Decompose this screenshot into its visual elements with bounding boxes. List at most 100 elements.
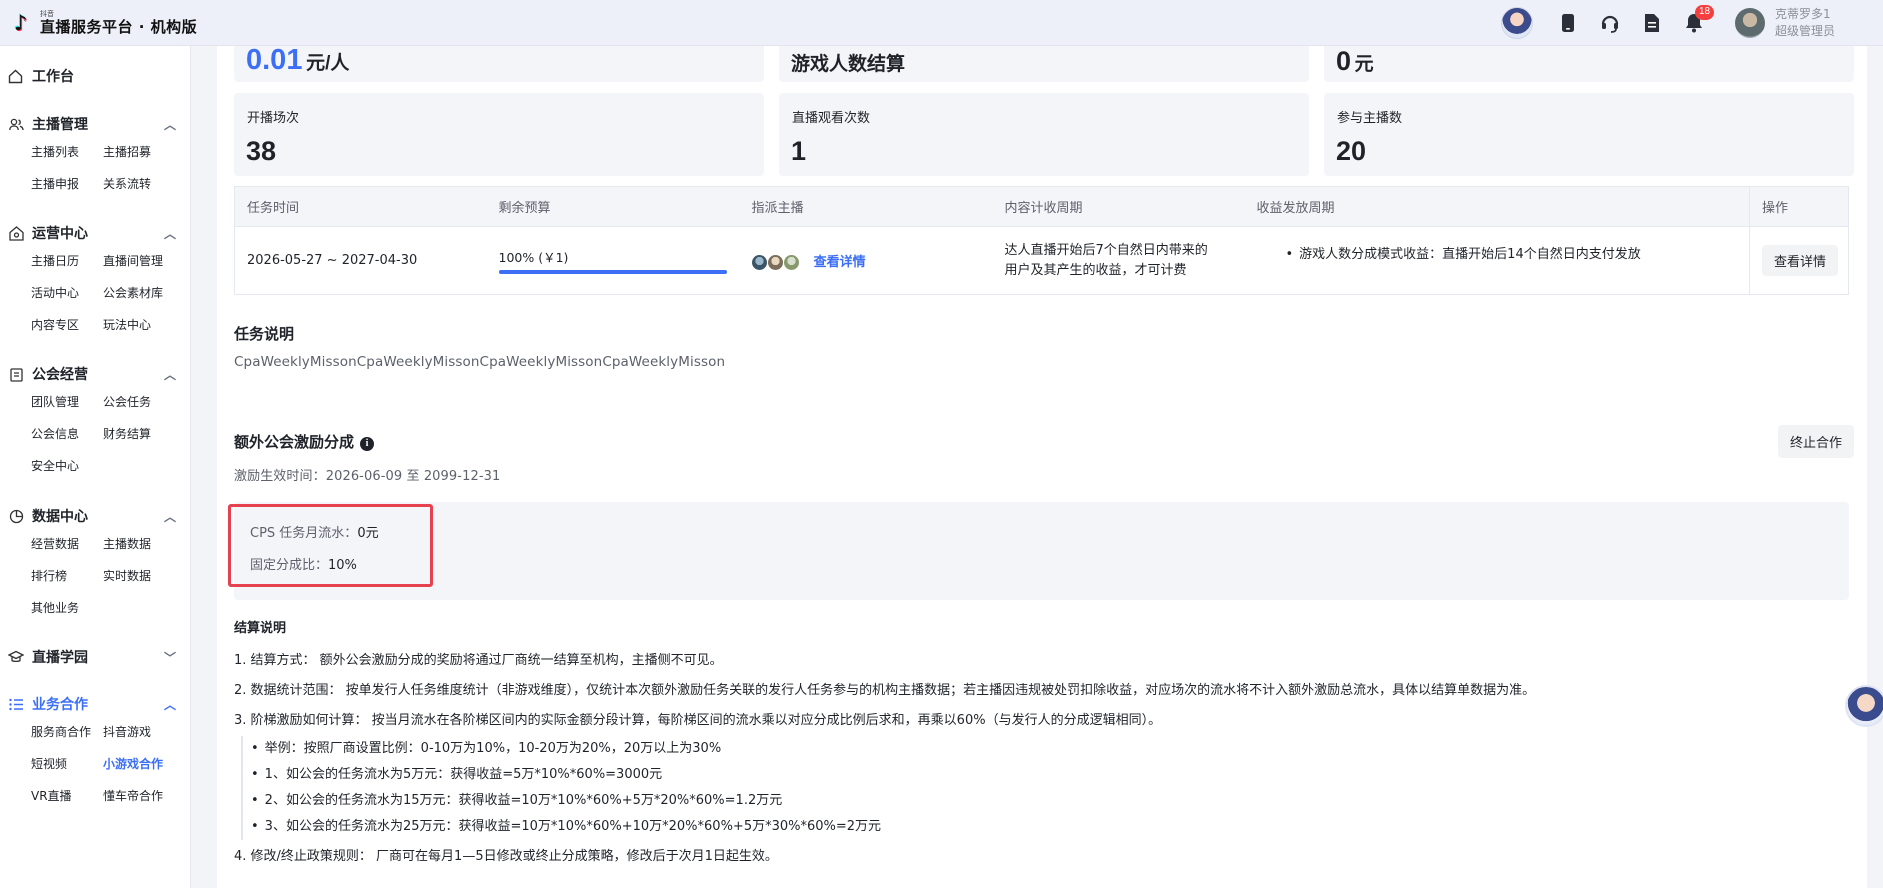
payout-cycle-text: 游戏人数分成模式收益：直播开始后14个自然日内支付发放 [1299,247,1641,262]
nav-head-cooperation[interactable]: 业务合作 ︿ [8,693,176,715]
document-icon[interactable] [1638,9,1666,37]
col-header-payout-cycle: 收益发放周期 [1244,186,1750,227]
top-bar: ♪ ♪ ♪ 抖音 直播服务平台 · 机构版 18 克蒂罗多1 超级管理员 [0,0,1883,46]
mobile-icon[interactable] [1554,9,1582,37]
info-icon[interactable]: i [360,437,375,451]
sidebar-item-anchor-list[interactable]: 主播列表 [31,141,103,163]
effective-time: 激励生效时间：2026-06-09 至 2099-12-31 [234,469,501,484]
stat-label: 参与主播数 [1337,111,1403,126]
clipboard-icon [8,366,24,382]
sidebar-item-material[interactable]: 公会素材库 [103,282,183,304]
sidebar-item-relation-transfer[interactable]: 关系流转 [103,173,183,195]
nav-head-label: 运营中心 [32,226,88,242]
amount-value: 0 [1336,46,1352,76]
sidebar-item-anchor-data[interactable]: 主播数据 [103,533,183,555]
col-header-content-cycle: 内容计收周期 [992,186,1245,227]
sidebar-item-activity[interactable]: 活动中心 [31,282,103,304]
nav-group-data: 数据中心 ︿ 经营数据 主播数据 排行榜 实时数据 其他业务 [8,505,176,619]
sidebar-item-security[interactable]: 安全中心 [31,455,103,477]
sidebar-item-live-room[interactable]: 直播间管理 [103,250,183,272]
user-name: 克蒂罗多1 [1774,6,1831,21]
sidebar-item-workbench[interactable]: 工作台 [8,66,74,86]
sidebar-item-content[interactable]: 内容专区 [31,314,103,336]
sidebar-item-mini-game[interactable]: 小游戏合作 [103,753,183,775]
table-header-row: 任务时间 剩余预算 指派主播 内容计收周期 收益发放周期 操作 [234,186,1849,227]
anchor-avatars[interactable] [751,255,800,270]
sidebar-item-service-partner[interactable]: 服务商合作 [31,721,103,743]
cps-value: 0元 [357,526,379,541]
home-icon [8,69,24,84]
action-cell: 查看详情 [1749,226,1849,295]
sidebar-item-anchor-apply[interactable]: 主播申报 [31,173,103,195]
user-menu[interactable]: 克蒂罗多1 超级管理员 [1734,6,1835,40]
example-line: 3、如公会的任务流水为25万元：获得收益=10万*10%*60%+10万*20%… [251,814,1834,840]
view-detail-button[interactable]: 查看详情 [1762,245,1839,276]
nav-head-data[interactable]: 数据中心 ︿ [8,505,176,527]
sidebar-item-realtime[interactable]: 实时数据 [103,565,183,587]
sidebar-item-short-video[interactable]: 短视频 [31,753,103,775]
nav-head-anchor-management[interactable]: 主播管理 ︿ [8,113,176,135]
nav-group-academy: 直播学园 ﹀ [8,646,176,668]
settle-type-value: 游戏人数结算 [791,53,906,75]
bell-icon[interactable]: 18 [1680,4,1715,37]
col-header-action: 操作 [1749,186,1849,227]
col-header-budget: 剩余预算 [486,186,740,227]
col-header-time: 任务时间 [234,186,487,227]
highlight-box [228,504,433,587]
chevron-down-icon: ﹀ [163,650,176,665]
stat-value: 20 [1336,136,1367,166]
user-role: 超级管理员 [1774,23,1835,38]
sidebar-item-ranking[interactable]: 排行榜 [31,565,103,587]
sidebar-item-anchor-calendar[interactable]: 主播日历 [31,250,103,272]
graduation-cap-icon [8,649,24,665]
sidebar: 工作台 主播管理 ︿ 主播列表 主播招募 主播申报 关系流转 运营中心 ︿ 主播… [0,46,191,888]
nav-group-operation: 运营中心 ︿ 主播日历 直播间管理 活动中心 公会素材库 内容专区 玩法中心 [8,222,176,336]
nav-head-academy[interactable]: 直播学园 ﹀ [8,646,176,668]
sidebar-item-other[interactable]: 其他业务 [31,597,103,619]
stat-value: 38 [246,136,277,166]
extra-title-wrap: 额外公会激励分成 i [234,431,375,452]
floating-assistant-avatar[interactable] [1845,685,1883,727]
sidebar-item-guild-info[interactable]: 公会信息 [31,423,103,445]
nav-head-label: 公会经营 [32,367,88,383]
operation-icon [8,225,24,241]
sidebar-item-business-data[interactable]: 经营数据 [31,533,103,555]
bullet-dot: • [1285,247,1294,262]
nav-head-guild[interactable]: 公会经营 ︿ [8,363,176,385]
sidebar-item-douyin-game[interactable]: 抖音游戏 [103,721,183,743]
sidebar-item-guild-task[interactable]: 公会任务 [103,391,183,413]
sidebar-item-dongchedi[interactable]: 懂车帝合作 [103,785,183,807]
content-cycle-line2: 用户及其产生的收益，才可计费 [1004,262,1187,278]
cps-flow-row: CPS 任务月流水：0元 [250,522,379,541]
nav-head-label: 业务合作 [32,697,88,713]
stat-card-views: 直播观看次数 1 [779,93,1309,176]
sidebar-item-finance[interactable]: 财务结算 [103,423,183,445]
users-icon [8,116,24,132]
ratio-value: 10% [328,558,357,573]
budget-progress-bar [498,270,727,274]
nav-head-operation[interactable]: 运营中心 ︿ [8,222,176,244]
task-overview-card: 0.01 元/人 游戏人数结算 0 元 开播场次 38 直播观看次数 1 参与主… [217,36,1867,438]
task-desc-title: 任务说明 [234,325,295,343]
sidebar-item-anchor-recruit[interactable]: 主播招募 [103,141,183,163]
settlement-rules: 结算说明 1. 结算方式： 额外公会激励分成的奖励将通过厂商统一结算至机构，主播… [234,617,1834,872]
anchor-avatar [751,255,767,270]
sidebar-item-vr-live[interactable]: VR直播 [31,785,103,807]
sidebar-item-gameplay[interactable]: 玩法中心 [103,314,183,336]
platform-title: 直播服务平台 · 机构版 [40,17,198,36]
notification-badge: 18 [1694,4,1715,20]
anchor-detail-link[interactable]: 查看详情 [814,255,866,270]
assistant-avatar[interactable] [1500,6,1533,39]
budget-cell: 100% (￥1) [487,227,740,295]
anchor-cell: 查看详情 [740,227,993,295]
headset-icon[interactable] [1596,9,1624,37]
sidebar-item-team[interactable]: 团队管理 [31,391,103,413]
price-value: 0.01 [246,44,303,76]
amount-unit: 元 [1354,54,1374,75]
chevron-up-icon: ︿ [163,697,176,712]
platform-logo[interactable]: ♪ ♪ ♪ 抖音 直播服务平台 · 机构版 [13,10,198,36]
nav-group-cooperation: 业务合作 ︿ 服务商合作 抖音游戏 短视频 小游戏合作 VR直播 懂车帝合作 [8,693,176,807]
ratio-row: 固定分成比：10% [250,554,357,573]
end-cooperation-button[interactable]: 终止合作 [1777,425,1854,458]
nav-group-anchor-management: 主播管理 ︿ 主播列表 主播招募 主播申报 关系流转 [8,113,176,195]
